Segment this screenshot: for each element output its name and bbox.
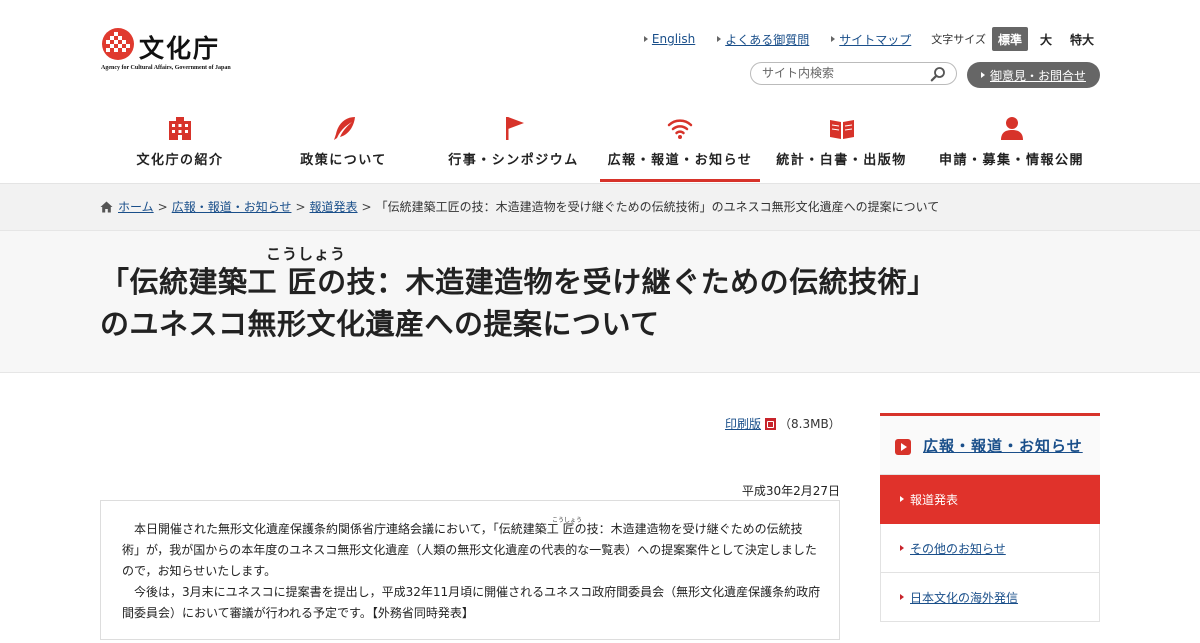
wifi-icon (667, 119, 693, 139)
print-version: 印刷版 （8.3MB） (725, 415, 841, 432)
triangle-right-icon (717, 36, 722, 42)
book-icon (829, 120, 854, 139)
gnav-item-label: 文化庁の紹介 (136, 153, 224, 168)
font-size-label: 文字サイズ (931, 33, 986, 46)
logo-name: 文化庁 (139, 34, 221, 63)
util-link-english[interactable]: English (643, 32, 695, 46)
font-size-standard-button[interactable]: 標準 (991, 27, 1028, 51)
sidebar: 広報・報道・お知らせ 報道発表 その他のお知らせ 日本文化の海外発信 (880, 413, 1100, 643)
util-link-faq-label[interactable]: よくある御質問 (725, 31, 809, 48)
building-icon (169, 117, 191, 140)
search-icon[interactable] (930, 66, 946, 82)
gnav-item-policy[interactable]: 政策について (260, 108, 427, 183)
page-title-area: こうしょう 「伝統建築工 匠の技：木造建造物を受け継ぐための伝統技術」 のユネス… (0, 230, 1200, 373)
site-header: 文化庁 Agency for Cultural Affairs, Governm… (0, 0, 1200, 183)
sidebar-item-label[interactable]: その他のお知らせ (910, 540, 1006, 557)
article-body: こうしょう 本日開催された無形文化遺産保護条約関係省庁連絡会議において，「伝統建… (100, 500, 840, 640)
gnav-item-statistics[interactable]: 統計・白書・出版物 (760, 108, 923, 183)
breadcrumb-separator: > (361, 199, 372, 214)
logo-checker-icon (102, 28, 134, 60)
breadcrumb-separator: > (157, 199, 168, 214)
gnav-item-label: 行事・シンポジウム (448, 153, 579, 168)
global-nav: 文化庁の紹介 政策について 行事・シンポジウム 広報・報道・お知らせ 統計・白書… (100, 108, 1100, 183)
home-icon (100, 201, 113, 212)
utility-nav: English よくある御質問 サイトマップ 文字サイズ 標準 大 特大 (622, 27, 1100, 51)
breadcrumb-current: 「伝統建築工匠の技：木造建造物を受け継ぐための伝統技術」のユネスコ無形文化遺産へ… (375, 200, 940, 214)
triangle-right-icon (980, 72, 985, 78)
print-version-link[interactable]: 印刷版 (725, 415, 761, 432)
opinion-contact-button[interactable]: 御意見・お問合せ (967, 62, 1100, 88)
breadcrumb-home-link[interactable]: ホーム (118, 198, 154, 215)
sidebar-heading-link[interactable]: 広報・報道・お知らせ (923, 435, 1083, 456)
pdf-icon (765, 417, 777, 430)
sidebar-item-label[interactable]: 日本文化の海外発信 (910, 589, 1018, 606)
play-icon (895, 439, 911, 455)
page-title-line2: のユネスコ無形文化遺産への提案について (100, 307, 660, 341)
gnav-item-label: 申請・募集・情報公開 (938, 153, 1084, 168)
page-title: 「伝統建築工 匠の技：木造建造物を受け継ぐための伝統技術」 のユネスコ無形文化遺… (100, 261, 937, 345)
util-link-english-label[interactable]: English (652, 32, 695, 46)
sidebar-item-press-release[interactable]: 報道発表 (880, 475, 1100, 524)
logo-subtitle: Agency for Cultural Affairs, Government … (101, 65, 231, 71)
publish-date: 平成30年2月27日 (741, 484, 840, 498)
article-line: ので，お知らせいたします。 (122, 564, 277, 578)
breadcrumb: ホーム > 広報・報道・お知らせ > 報道発表 > 「伝統建築工匠の技：木造建造… (0, 183, 1200, 230)
search-input[interactable] (762, 66, 932, 80)
sidebar-item-overseas[interactable]: 日本文化の海外発信 (880, 573, 1100, 622)
article-line: 今後は，3月末にユネスコに提案書を提出し，平成32年11月頃に開催されるユネスコ… (122, 585, 821, 599)
util-link-sitemap[interactable]: サイトマップ (831, 31, 911, 48)
article-line: 本日開催された無形文化遺産保護条約関係省庁連絡会議において，「伝統建築工 匠の技… (122, 522, 803, 536)
triangle-right-icon (900, 545, 904, 551)
gnav-item-label: 広報・報道・お知らせ (607, 153, 753, 168)
print-file-size: （8.3MB） (779, 417, 841, 431)
triangle-right-icon (643, 36, 648, 42)
page-title-line1: 「伝統建築工 匠の技：木造建造物を受け継ぐための伝統技術」 (100, 265, 937, 299)
font-size-xlarge-button[interactable]: 特大 (1064, 27, 1100, 51)
util-link-sitemap-label[interactable]: サイトマップ (839, 31, 911, 48)
gnav-item-about[interactable]: 文化庁の紹介 (100, 108, 260, 183)
gnav-item-label: 統計・白書・出版物 (776, 153, 907, 168)
person-icon (1000, 117, 1023, 140)
site-search (750, 62, 957, 85)
breadcrumb-release-link[interactable]: 報道発表 (310, 198, 358, 215)
gnav-item-press[interactable]: 広報・報道・お知らせ (600, 108, 760, 183)
triangle-right-icon (900, 594, 904, 600)
quill-icon (333, 117, 355, 140)
breadcrumb-press-link[interactable]: 広報・報道・お知らせ (172, 198, 292, 215)
font-size-large-button[interactable]: 大 (1034, 27, 1058, 51)
sidebar-item-label: 報道発表 (910, 492, 959, 507)
util-link-faq[interactable]: よくある御質問 (717, 31, 809, 48)
triangle-right-icon (831, 36, 836, 42)
opinion-contact-label: 御意見・お問合せ (989, 68, 1086, 83)
gnav-item-events[interactable]: 行事・シンポジウム (427, 108, 600, 183)
sidebar-item-other-news[interactable]: その他のお知らせ (880, 524, 1100, 573)
breadcrumb-separator: > (295, 199, 306, 214)
gnav-item-applications[interactable]: 申請・募集・情報公開 (923, 108, 1100, 183)
flag-icon (505, 117, 524, 140)
sidebar-heading: 広報・報道・お知らせ (880, 413, 1100, 475)
article-line: 術」が，我が国からの本年度のユネスコ無形文化遺産（人類の無形文化遺産の代表的な一… (122, 543, 817, 557)
sidebar-list: 報道発表 その他のお知らせ 日本文化の海外発信 (880, 475, 1100, 622)
article-line: 間委員会）において審議が行われる予定です。【外務省同時発表】 (122, 606, 474, 620)
gnav-item-label: 政策について (300, 153, 387, 168)
triangle-right-icon (900, 496, 904, 502)
